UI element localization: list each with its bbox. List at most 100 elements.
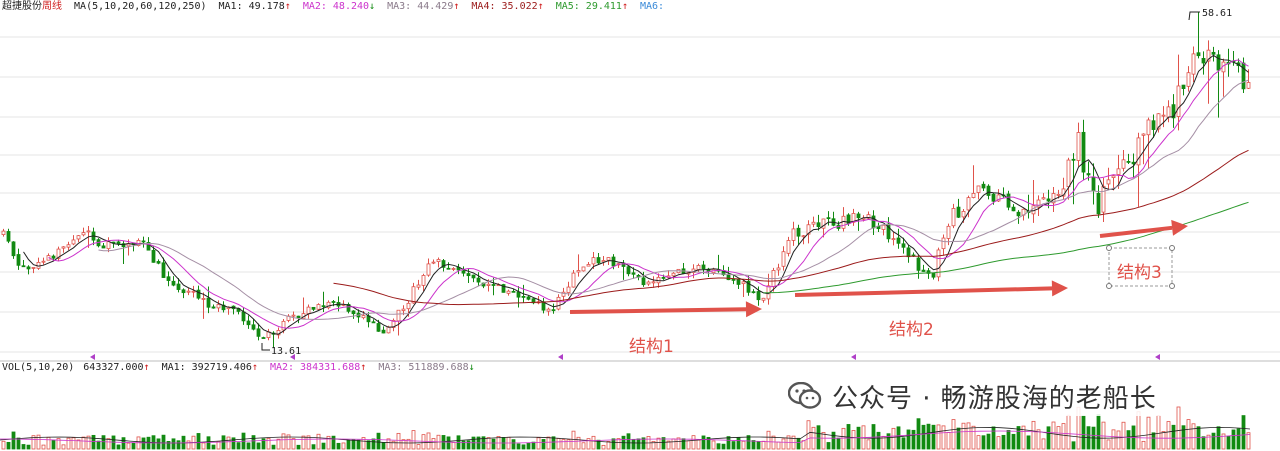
candlestick: [601, 255, 606, 266]
high-price-label: 58.61: [1202, 8, 1232, 19]
volume-bar: [81, 436, 86, 450]
volume-bar: [926, 423, 931, 450]
candlestick: [1196, 11, 1201, 59]
volume-bar: [61, 444, 66, 450]
candlestick: [366, 312, 371, 328]
volume-bar: [246, 442, 251, 450]
volume-bar: [1236, 428, 1241, 450]
volume-bar: [971, 425, 976, 450]
volume-bar: [806, 420, 811, 450]
candle-body: [641, 277, 646, 286]
candle-body: [6, 231, 11, 242]
candlestick: [841, 207, 846, 232]
candle-body: [381, 329, 386, 334]
volume-bar: [1226, 435, 1231, 450]
volume-bar: [636, 438, 641, 450]
candlestick: [1221, 58, 1226, 97]
volume-bar: [821, 432, 826, 450]
candle-body: [426, 263, 431, 276]
candle-body: [1076, 132, 1081, 161]
volume-bar: [981, 435, 986, 450]
candle-body: [651, 281, 656, 284]
low-price-label: 13.61: [271, 346, 301, 357]
ma-param-label: MA(5,10,20,60,120,250): [74, 1, 207, 12]
period-marker: [851, 354, 856, 360]
volume-bar: [381, 442, 386, 450]
candle-body: [931, 272, 936, 278]
candlestick: [971, 165, 976, 199]
trend-arrows: [569, 219, 1188, 318]
volume-bar: [671, 438, 676, 450]
watermark: 公众号 · 畅游股海的老船长: [780, 376, 1165, 416]
candle-body: [331, 301, 336, 303]
volume-bar: [91, 434, 96, 450]
volume-bar: [1216, 426, 1221, 450]
candle-body: [696, 265, 701, 270]
candle-body: [971, 192, 976, 198]
candlestick: [221, 301, 226, 313]
volume-bar: [1141, 440, 1146, 450]
candlestick: [921, 264, 926, 272]
candlestick: [141, 236, 146, 248]
candlestick: [811, 216, 816, 228]
volume-bar: [541, 439, 546, 450]
volume-bar: [1081, 415, 1086, 450]
volume-bar: [256, 442, 261, 450]
volume-bar: [836, 437, 841, 450]
period-markers: [90, 354, 1160, 360]
candle-body: [256, 328, 261, 337]
candle-body: [201, 298, 206, 300]
volume-bar: [426, 432, 431, 450]
candle-body: [51, 255, 56, 259]
candlestick: [761, 297, 766, 303]
candle-body: [431, 261, 436, 264]
volume-bar: [1161, 431, 1166, 450]
candlestick: [421, 273, 426, 292]
ma3-value: MA3: 44.429↑: [387, 1, 460, 12]
candle-body: [311, 306, 316, 310]
period-label: 周线: [42, 1, 62, 12]
volume-bar: [996, 436, 1001, 450]
volume-bar: [831, 431, 836, 450]
candle-body: [196, 289, 201, 299]
volume-bar: [186, 440, 191, 450]
volume-bar: [131, 442, 136, 450]
candle-body: [586, 264, 591, 267]
candlestick: [506, 289, 511, 296]
volume-bar: [771, 435, 776, 450]
volume-bar: [466, 440, 471, 450]
volume-bar: [841, 427, 846, 450]
volume-bar: [451, 441, 456, 450]
volume-bar: [901, 437, 906, 450]
volume-bar: [1046, 426, 1051, 450]
volume-bar: [446, 436, 451, 450]
volume-bar: [931, 424, 936, 450]
candlestick: [171, 276, 176, 287]
candlestick: [181, 288, 186, 299]
candle-body: [186, 290, 191, 293]
volume-bar: [416, 444, 421, 450]
volume-bar: [721, 443, 726, 450]
candle-body: [506, 290, 511, 294]
candle-body: [21, 265, 26, 268]
candlestick: [556, 294, 561, 311]
candlestick: [461, 266, 466, 277]
volume-bar: [916, 418, 921, 450]
candle-body: [166, 276, 171, 281]
volume-bar: [576, 436, 581, 450]
candlestick: [1171, 94, 1176, 128]
ma6-value: MA6:: [640, 1, 665, 12]
candle-body: [461, 270, 466, 274]
candlestick: [431, 259, 436, 265]
candle-body: [436, 259, 441, 262]
vol-ma2-value: MA2: 384331.688↑: [269, 362, 367, 373]
candlesticks: [1, 11, 1251, 349]
candle-body: [756, 291, 761, 301]
candle-body: [251, 324, 256, 330]
volume-bar: [906, 429, 911, 450]
candle-body: [626, 266, 631, 275]
candle-body: [511, 290, 516, 293]
candlestick: [1041, 193, 1046, 200]
candle-body: [796, 227, 801, 237]
volume-bar: [11, 431, 16, 450]
